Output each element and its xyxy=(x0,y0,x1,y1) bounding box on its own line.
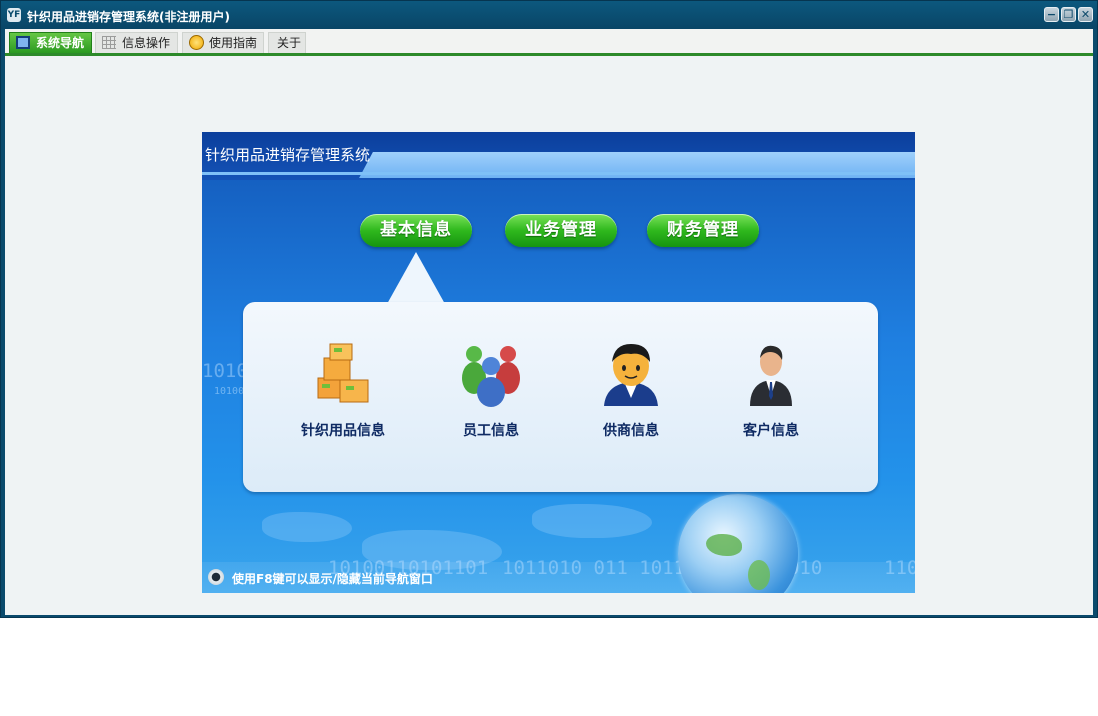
minimize-button[interactable]: − xyxy=(1044,7,1059,22)
restore-button[interactable]: ❐ xyxy=(1061,7,1076,22)
binary-decor: 1010 xyxy=(202,360,248,382)
category-business-management-button[interactable]: 业务管理 xyxy=(505,214,617,247)
close-icon: ✕ xyxy=(1080,8,1091,21)
grid-icon xyxy=(102,36,116,49)
restore-icon: ❐ xyxy=(1063,8,1074,21)
item-label: 供商信息 xyxy=(603,423,659,439)
item-label: 客户信息 xyxy=(743,423,799,439)
tab-user-guide[interactable]: 使用指南 xyxy=(182,32,264,53)
category-basic-info-button[interactable]: 基本信息 xyxy=(360,214,472,247)
tab-system-navigation[interactable]: 系统导航 xyxy=(9,32,92,53)
world-map-decor xyxy=(262,512,352,542)
tab-about[interactable]: 关于 xyxy=(268,32,306,53)
binary-decor: 10100 xyxy=(214,386,245,397)
info-bullet-icon xyxy=(208,569,224,585)
tab-bar: 系统导航 信息操作 使用指南 关于 xyxy=(5,29,1093,56)
binary-decor: 110 xyxy=(884,557,915,579)
client-area: 系统导航 信息操作 使用指南 关于 针织用品进销存管理系统 1010 10100… xyxy=(5,29,1093,615)
tab-info-operation[interactable]: 信息操作 xyxy=(95,32,178,53)
boxes-icon xyxy=(317,343,369,403)
tab-label: 信息操作 xyxy=(122,36,171,50)
employee-info-item[interactable]: 员工信息 xyxy=(431,340,551,450)
help-icon xyxy=(189,35,204,50)
knitwear-info-item[interactable]: 针织用品信息 xyxy=(283,340,403,450)
world-map-decor xyxy=(532,504,652,538)
globe-image xyxy=(678,494,798,593)
category-finance-management-button[interactable]: 财务管理 xyxy=(647,214,759,247)
businessman-icon xyxy=(750,345,792,406)
close-button[interactable]: ✕ xyxy=(1078,7,1093,22)
tab-label: 关于 xyxy=(277,36,302,50)
hint-text: 使用F8键可以显示/隐藏当前导航窗口 xyxy=(232,572,433,586)
item-label: 员工信息 xyxy=(463,423,519,439)
tab-label: 系统导航 xyxy=(36,36,85,50)
navigation-panel: 针织用品进销存管理系统 1010 10100 10100110101101 10… xyxy=(202,132,915,593)
supplier-info-item[interactable]: 供商信息 xyxy=(571,340,691,450)
customer-info-item[interactable]: 客户信息 xyxy=(711,340,831,450)
selection-pointer xyxy=(387,252,445,304)
panel-title: 针织用品进销存管理系统 xyxy=(205,146,371,164)
main-window: YF 针织用品进销存管理系统(非注册用户) − ❐ ✕ 系统导航 信息操作 使用… xyxy=(0,0,1098,618)
title-bar[interactable]: YF 针织用品进销存管理系统(非注册用户) − ❐ ✕ xyxy=(1,1,1097,29)
window-title: 针织用品进销存管理系统(非注册用户) xyxy=(27,10,230,24)
item-card: 针织用品信息 员工信息 供商信息 客户信息 xyxy=(243,302,878,492)
item-label: 针织用品信息 xyxy=(301,423,385,439)
panel-header: 针织用品进销存管理系统 xyxy=(202,132,915,180)
person-icon xyxy=(604,344,658,406)
minimize-icon: − xyxy=(1046,8,1057,21)
people-group-icon xyxy=(462,346,520,407)
tab-label: 使用指南 xyxy=(209,36,258,50)
yf-logo-icon: YF xyxy=(7,8,21,22)
monitor-icon xyxy=(16,36,30,49)
